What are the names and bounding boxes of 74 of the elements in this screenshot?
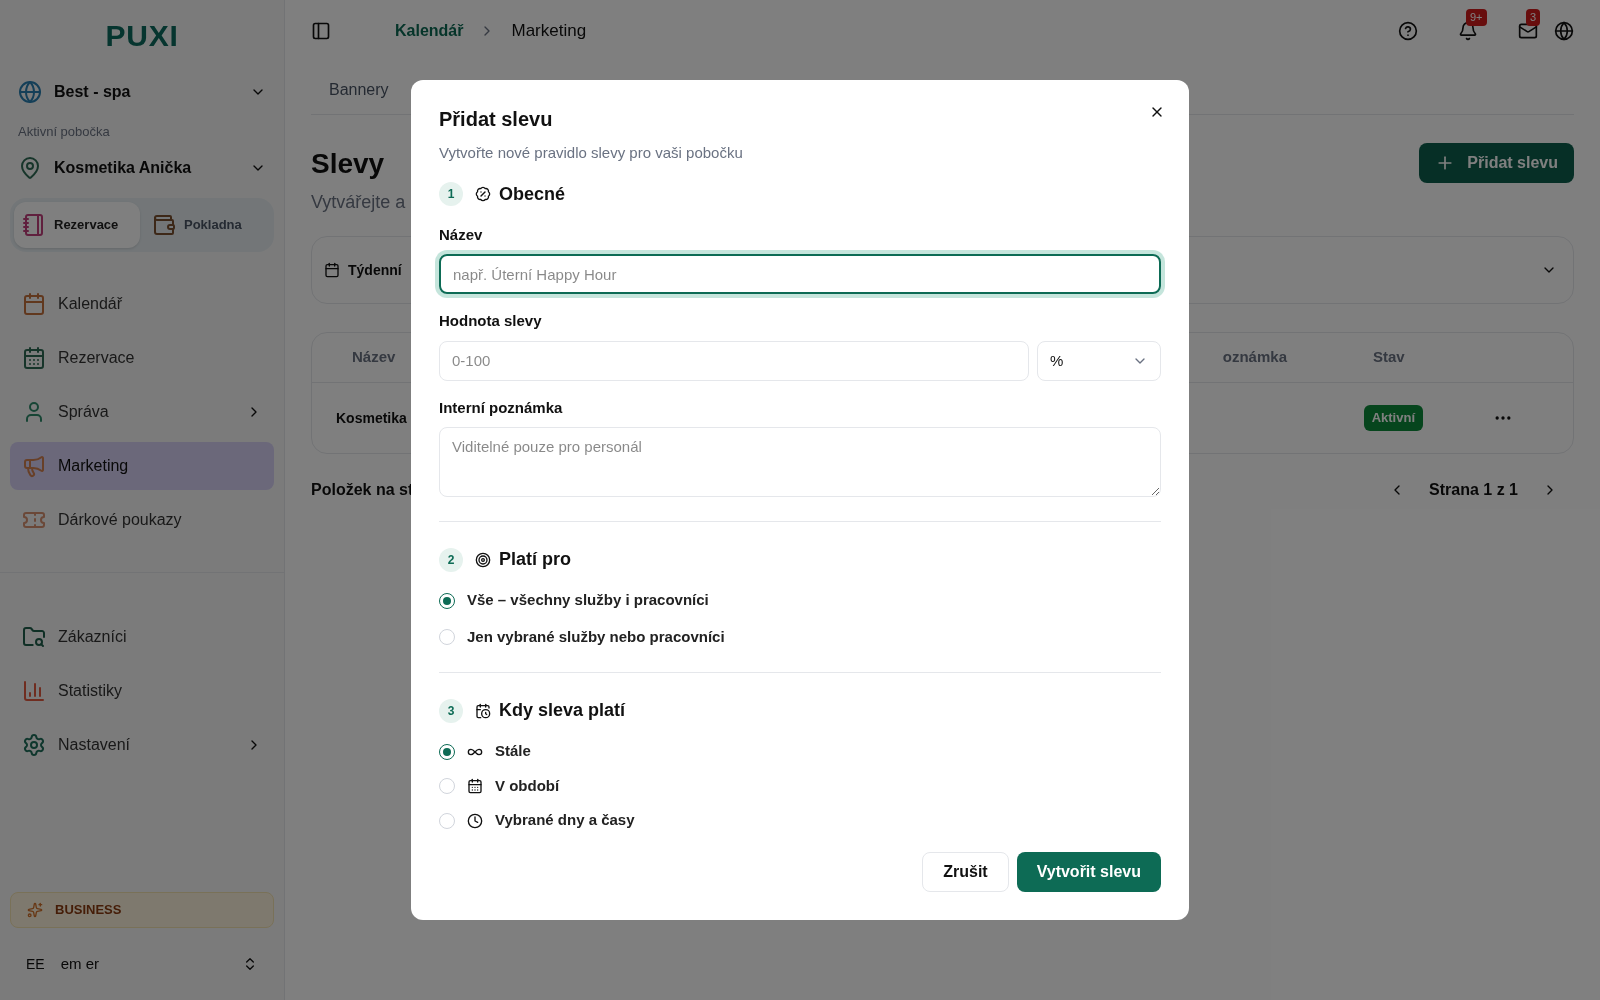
workspace-selector[interactable]: Best - spa bbox=[10, 70, 274, 114]
notification-badge: 3 bbox=[1526, 9, 1541, 26]
option-label: Vše – všechny služby i pracovníci bbox=[467, 590, 709, 611]
pin-icon bbox=[18, 155, 42, 180]
notification-badge: 9+ bbox=[1466, 9, 1487, 26]
section-icon bbox=[475, 551, 491, 568]
table-cell-text: Kosmetika bbox=[335, 408, 407, 428]
dialog-subtitle: Vytvořte nové pravidlo slevy pro vaši pobočku bbox=[439, 143, 744, 164]
step-number: 1 bbox=[439, 182, 463, 207]
sparkle-icon bbox=[27, 902, 43, 918]
column-header: Stav bbox=[1373, 347, 1406, 368]
sidebar-item[interactable]: Dárkové poukazy bbox=[10, 495, 274, 544]
sidebar-item[interactable]: Správa bbox=[10, 387, 274, 436]
page-indicator: Strana 1 z 1 bbox=[1429, 480, 1518, 500]
step-number: 3 bbox=[439, 698, 463, 723]
sidebar-item[interactable]: Nastavení bbox=[10, 720, 274, 769]
section-title: Kdy sleva platí bbox=[499, 699, 626, 723]
option-label: V období bbox=[495, 775, 560, 796]
breadcrumb-link[interactable]: Kalendář bbox=[395, 19, 464, 43]
tab[interactable]: Bannery bbox=[311, 78, 407, 114]
calendar-icon bbox=[324, 262, 340, 278]
sidebar-toggle-icon[interactable] bbox=[311, 21, 331, 41]
column-header: Název bbox=[351, 347, 396, 368]
note-field[interactable]: Viditelné pouze pro personál bbox=[439, 427, 1161, 498]
avatar: EE bbox=[26, 954, 45, 974]
notebook-icon bbox=[22, 212, 46, 237]
section-label: Aktivní pobočka bbox=[17, 123, 111, 141]
option-label: Vybrané dny a časy bbox=[495, 810, 635, 831]
logo: PUXI bbox=[105, 17, 179, 54]
page-subtitle: Vytvářejte a bbox=[311, 191, 406, 214]
calendar-icon bbox=[467, 778, 483, 794]
globe-icon[interactable] bbox=[1554, 21, 1574, 41]
mail-icon[interactable] bbox=[1518, 21, 1538, 41]
folder-icon bbox=[22, 624, 46, 649]
sidebar-item[interactable]: Marketing bbox=[10, 441, 274, 490]
globe-icon bbox=[18, 80, 42, 104]
field-label: Interní poznámka bbox=[439, 397, 564, 418]
section-icon bbox=[475, 702, 491, 719]
help-icon[interactable] bbox=[1398, 21, 1418, 41]
option-label: Stále bbox=[495, 741, 531, 762]
field-label: Hodnota slevy bbox=[439, 311, 543, 332]
page-title: Slevy bbox=[311, 147, 386, 181]
clock-icon bbox=[467, 812, 483, 829]
megaphone-icon bbox=[22, 453, 46, 478]
plan-badge: BUSINESS bbox=[10, 892, 274, 928]
settings-icon bbox=[22, 732, 46, 757]
value-field[interactable]: 0-100 bbox=[439, 340, 1029, 381]
step-number: 2 bbox=[439, 547, 463, 572]
sidebar-item[interactable]: Zákazníci bbox=[10, 612, 274, 661]
cancel-button[interactable]: Zrušit bbox=[922, 851, 1009, 892]
dialog-title: Přidat slevu bbox=[439, 107, 553, 133]
branch-selector[interactable]: Kosmetika Anička bbox=[10, 145, 274, 190]
column-header: oznámka bbox=[1222, 347, 1287, 368]
sidebar-item[interactable]: Statistiky bbox=[10, 666, 274, 715]
bell-icon[interactable] bbox=[1458, 21, 1478, 41]
option-label: Jen vybrané služby nebo pracovníci bbox=[467, 626, 725, 647]
sidebar-item[interactable]: Rezervace bbox=[10, 333, 274, 382]
calendar-icon bbox=[22, 345, 46, 370]
section-title: Obecné bbox=[499, 182, 566, 206]
breadcrumb-current: Marketing bbox=[511, 20, 587, 43]
status-badge: Aktivní bbox=[1363, 405, 1423, 431]
mode-tab[interactable]: Pokladna bbox=[144, 201, 270, 248]
wallet-icon bbox=[152, 212, 176, 237]
field-label: Název bbox=[439, 224, 484, 245]
user-menu[interactable]: EE em er bbox=[10, 936, 274, 992]
section-icon bbox=[475, 186, 491, 203]
add-button[interactable]: Přidat slevu bbox=[1419, 143, 1574, 183]
bar-chart-icon bbox=[22, 678, 46, 703]
create-button[interactable]: Vytvořit slevu bbox=[1016, 851, 1161, 892]
unit-select[interactable]: % bbox=[1037, 340, 1161, 381]
sidebar-item[interactable]: Kalendář bbox=[10, 279, 274, 328]
mode-tab[interactable]: Rezervace bbox=[14, 201, 140, 248]
section-title: Platí pro bbox=[499, 548, 571, 572]
calendar-icon bbox=[22, 291, 46, 316]
